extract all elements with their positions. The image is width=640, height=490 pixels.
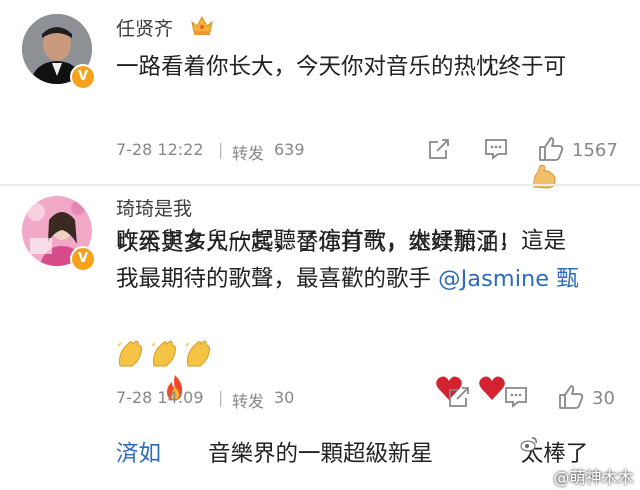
weibo-logo-icon bbox=[520, 398, 551, 490]
comment-icon[interactable] bbox=[484, 138, 508, 160]
comment-text-line: 我最期待的歌聲，最喜歡的歌手 @Jasmine 甄 bbox=[116, 260, 579, 298]
member-crown-icon bbox=[190, 14, 214, 36]
meta-separator: | bbox=[218, 140, 224, 159]
timestamp: 7-28 12:22 bbox=[116, 140, 204, 159]
clapping-hands-emoji-row bbox=[116, 338, 216, 370]
share-icon[interactable] bbox=[448, 386, 470, 408]
share-icon[interactable] bbox=[428, 138, 450, 160]
watermark: @萌神木木 bbox=[520, 398, 634, 490]
comment-text-line: 昨天與女兒一起聽了這首歌，太好聽了，這是 bbox=[116, 228, 567, 254]
repost-label[interactable]: 转发 bbox=[232, 388, 264, 412]
verified-badge-icon: V bbox=[70, 64, 96, 90]
verified-badge-icon: V bbox=[70, 246, 96, 272]
like-count: 1567 bbox=[572, 140, 618, 161]
watermark-text: @萌神木木 bbox=[553, 468, 634, 487]
comment-text-segment: 音樂界的一顆超級新星 bbox=[207, 441, 433, 467]
repost-label[interactable]: 转发 bbox=[232, 140, 264, 164]
repost-count: 30 bbox=[274, 388, 295, 407]
meta-separator: | bbox=[218, 388, 224, 407]
timestamp: 7-28 14:09 bbox=[116, 388, 204, 407]
like-icon[interactable] bbox=[538, 136, 564, 162]
mention-link[interactable]: 済如 bbox=[116, 441, 161, 467]
comment-text-line: 一路看着你长大，今天你对音乐的热忱终于可 bbox=[116, 54, 567, 80]
mention-link[interactable]: @Jasmine 甄 bbox=[438, 266, 579, 292]
comment-2: V 琦琦是我 昨天與女兒一起聽了這首歌，太好聽了，這是 我最期待的歌聲，最喜歡的… bbox=[0, 186, 640, 487]
author-name[interactable]: 任贤齐 bbox=[116, 14, 173, 41]
comment-1: V 任贤齐 一路看着你长大，今天你对音乐的热忱终于可 以给更多人欣赏，替你打气，… bbox=[0, 0, 640, 256]
repost-count: 639 bbox=[274, 140, 305, 159]
comment-text-segment: 我最期待的歌聲，最喜歡的歌手 bbox=[116, 266, 439, 292]
author-name[interactable]: 琦琦是我 bbox=[116, 194, 192, 221]
